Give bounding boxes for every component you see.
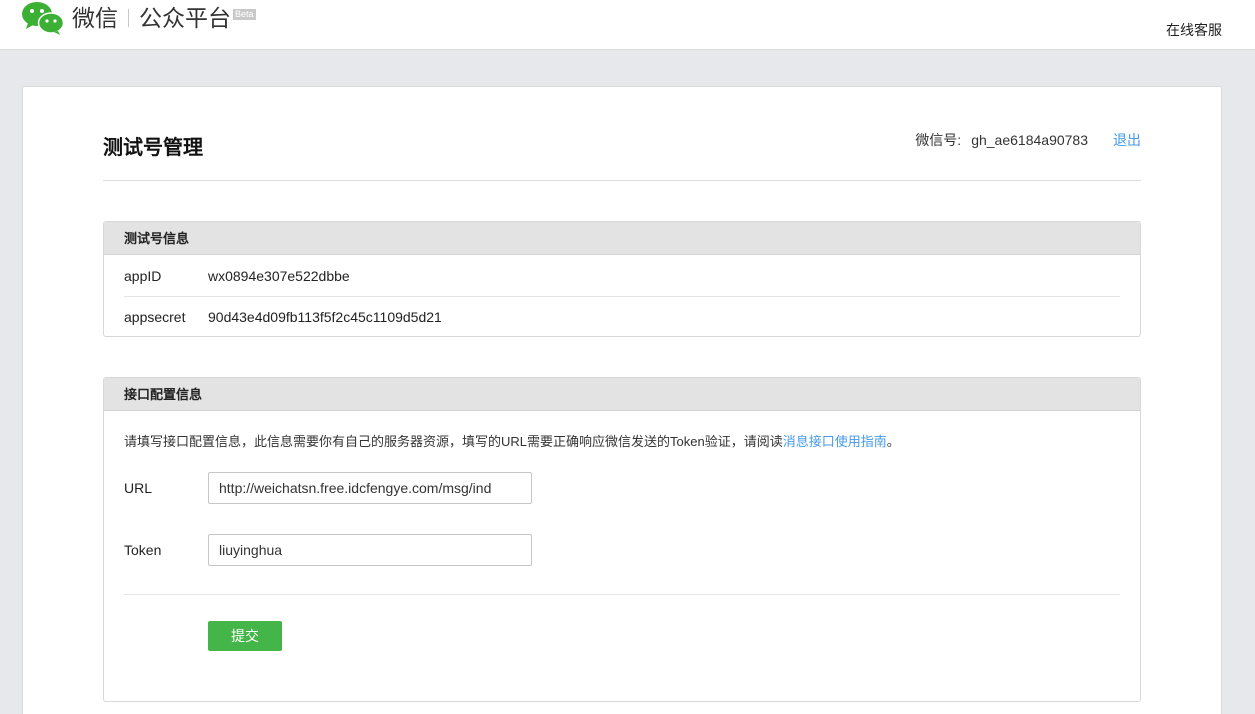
- account-label: 微信号:: [915, 132, 962, 148]
- message-api-guide-link[interactable]: 消息接口使用指南: [783, 434, 887, 449]
- wechat-logo-icon: [22, 2, 64, 35]
- api-config-panel: 接口配置信息 请填写接口配置信息，此信息需要你有自己的服务器资源，填写的URL需…: [103, 377, 1141, 702]
- title-divider: [103, 180, 1141, 181]
- brand-platform[interactable]: 公众平台: [139, 3, 231, 33]
- brand-separator: [128, 9, 129, 27]
- api-config-description: 请填写接口配置信息，此信息需要你有自己的服务器资源，填写的URL需要正确响应微信…: [124, 431, 1120, 451]
- main-card: 测试号管理 微信号: gh_ae6184a90783 退出 测试号信息 appI…: [22, 86, 1222, 714]
- appid-label: appID: [124, 267, 162, 284]
- beta-badge: Beta: [233, 9, 256, 20]
- url-input[interactable]: [208, 472, 532, 504]
- top-bar: 微信 公众平台 Beta 在线客服: [0, 0, 1255, 50]
- appsecret-row: appsecret 90d43e4d09fb113f5f2c45c1109d5d…: [124, 296, 1120, 337]
- account-id: gh_ae6184a90783: [971, 132, 1088, 148]
- logout-link[interactable]: 退出: [1113, 130, 1141, 150]
- online-service-link[interactable]: 在线客服: [1166, 20, 1222, 40]
- token-input[interactable]: [208, 534, 532, 566]
- test-account-panel: 测试号信息 appID wx0894e307e522dbbe appsecret…: [103, 221, 1141, 337]
- page-title: 测试号管理: [103, 137, 203, 159]
- description-end: 。: [886, 434, 900, 449]
- api-config-heading: 接口配置信息: [104, 378, 1140, 411]
- url-label: URL: [124, 480, 153, 496]
- url-row: URL: [124, 472, 1120, 534]
- form-divider: [124, 594, 1120, 595]
- appsecret-label: appsecret: [124, 309, 186, 325]
- submit-button[interactable]: 提交: [208, 621, 282, 651]
- appsecret-value: 90d43e4d09fb113f5f2c45c1109d5d21: [208, 309, 442, 325]
- brand-name[interactable]: 微信: [72, 3, 118, 33]
- token-label: Token: [124, 542, 162, 558]
- token-row: Token: [124, 534, 1120, 594]
- test-account-heading: 测试号信息: [104, 222, 1140, 255]
- account-info: 微信号: gh_ae6184a90783 退出: [915, 130, 1141, 150]
- description-text: 请填写接口配置信息，此信息需要你有自己的服务器资源，填写的URL需要正确响应微信…: [124, 434, 783, 449]
- appid-row: appID wx0894e307e522dbbe: [124, 255, 1120, 296]
- appid-value: wx0894e307e522dbbe: [208, 267, 350, 284]
